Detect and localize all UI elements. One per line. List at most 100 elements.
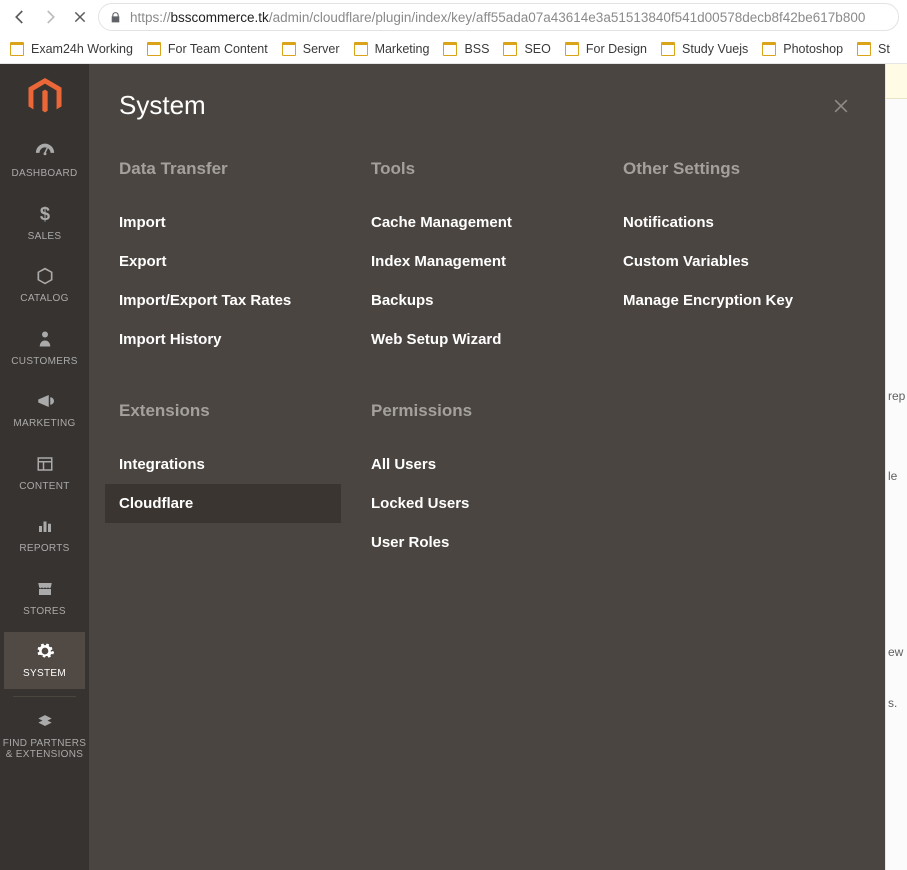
bookmark-label: Study Vuejs: [682, 42, 748, 56]
menu-integrations[interactable]: Integrations: [105, 445, 341, 484]
menu-export[interactable]: Export: [105, 242, 341, 281]
folder-icon: [10, 42, 24, 56]
folder-icon: [282, 42, 296, 56]
menu-cloudflare[interactable]: Cloudflare: [105, 484, 341, 523]
bookmark-item[interactable]: Study Vuejs: [661, 42, 748, 56]
section-extensions: Extensions Integrations Cloudflare: [119, 401, 351, 523]
admin-root: DASHBOARD $ SALES CATALOG CUSTOMERS MARK…: [0, 64, 907, 870]
sidebar-label: FIND PARTNERS & EXTENSIONS: [2, 738, 87, 761]
sidebar-label: SYSTEM: [23, 668, 66, 680]
bookmark-label: For Design: [586, 42, 647, 56]
menu-custom-vars[interactable]: Custom Variables: [609, 242, 845, 281]
flyout-title: System: [119, 90, 206, 121]
folder-icon: [443, 42, 457, 56]
sidebar-item-catalog[interactable]: CATALOG: [0, 254, 89, 317]
bookmark-item[interactable]: Exam24h Working: [10, 42, 133, 56]
address-bar[interactable]: https://bsscommerce.tk/admin/cloudflare/…: [98, 3, 899, 31]
menu-websetup[interactable]: Web Setup Wizard: [357, 320, 593, 359]
system-flyout: System Data Transfer Import Export Impor…: [89, 64, 885, 870]
menu-encryption-key[interactable]: Manage Encryption Key: [609, 281, 845, 320]
sidebar-item-system[interactable]: SYSTEM: [0, 629, 89, 692]
menu-all-users[interactable]: All Users: [357, 445, 593, 484]
admin-sidebar: DASHBOARD $ SALES CATALOG CUSTOMERS MARK…: [0, 64, 89, 870]
menu-notifications[interactable]: Notifications: [609, 203, 845, 242]
sidebar-label: SALES: [28, 231, 62, 243]
flyout-body: Data Transfer Import Export Import/Expor…: [89, 131, 885, 632]
dollar-icon: $: [33, 202, 57, 226]
sidebar-item-marketing[interactable]: MARKETING: [0, 379, 89, 442]
sidebar-item-content[interactable]: CONTENT: [0, 442, 89, 505]
flyout-header: System: [89, 64, 885, 131]
bookmark-label: Photoshop: [783, 42, 843, 56]
bookmark-label: Marketing: [375, 42, 430, 56]
sidebar-item-partners[interactable]: FIND PARTNERS & EXTENSIONS: [0, 699, 89, 773]
sidebar-item-sales[interactable]: $ SALES: [0, 192, 89, 255]
close-button[interactable]: [827, 92, 855, 120]
bar-chart-icon: [33, 514, 57, 538]
forward-button[interactable]: [38, 5, 62, 29]
puzzle-icon: [33, 709, 57, 733]
bookmark-label: SEO: [524, 42, 550, 56]
section-other-settings: Other Settings Notifications Custom Vari…: [623, 159, 855, 320]
bookmark-item[interactable]: Marketing: [354, 42, 430, 56]
section-permissions: Permissions All Users Locked Users User …: [371, 401, 603, 562]
layout-icon: [33, 452, 57, 476]
magento-logo[interactable]: [0, 64, 89, 129]
section-tools: Tools Cache Management Index Management …: [371, 159, 603, 359]
bookmark-label: St: [878, 42, 890, 56]
box-icon: [33, 264, 57, 288]
notice-bar: [886, 64, 907, 99]
text-fragment: rep: [888, 389, 905, 403]
bookmark-item[interactable]: Server: [282, 42, 340, 56]
back-button[interactable]: [8, 5, 32, 29]
magento-logo-icon: [28, 78, 62, 116]
text-fragment: ew: [888, 645, 903, 659]
dashboard-icon: [33, 139, 57, 163]
menu-cache[interactable]: Cache Management: [357, 203, 593, 242]
sidebar-separator: [13, 696, 75, 697]
sidebar-item-customers[interactable]: CUSTOMERS: [0, 317, 89, 380]
bookmark-item[interactable]: St: [857, 42, 890, 56]
sidebar-label: CATALOG: [20, 293, 68, 305]
bookmark-label: BSS: [464, 42, 489, 56]
section-heading: Other Settings: [623, 159, 855, 179]
menu-user-roles[interactable]: User Roles: [357, 523, 593, 562]
sidebar-item-dashboard[interactable]: DASHBOARD: [0, 129, 89, 192]
bookmark-label: For Team Content: [168, 42, 268, 56]
section-heading: Permissions: [371, 401, 603, 421]
flyout-column: Data Transfer Import Export Import/Expor…: [119, 159, 351, 604]
folder-icon: [147, 42, 161, 56]
flyout-column: Tools Cache Management Index Management …: [371, 159, 603, 604]
stop-reload-button[interactable]: [68, 5, 92, 29]
bookmark-item[interactable]: For Team Content: [147, 42, 268, 56]
folder-icon: [565, 42, 579, 56]
bookmark-item[interactable]: SEO: [503, 42, 550, 56]
sidebar-label: MARKETING: [13, 418, 75, 430]
megaphone-icon: [33, 389, 57, 413]
sidebar-label: STORES: [23, 606, 66, 618]
folder-icon: [762, 42, 776, 56]
close-icon: [831, 96, 851, 116]
bookmark-item[interactable]: For Design: [565, 42, 647, 56]
text-fragment: s.: [888, 696, 897, 710]
menu-locked-users[interactable]: Locked Users: [357, 484, 593, 523]
menu-tax-rates[interactable]: Import/Export Tax Rates: [105, 281, 341, 320]
section-heading: Tools: [371, 159, 603, 179]
menu-backups[interactable]: Backups: [357, 281, 593, 320]
sidebar-item-stores[interactable]: STORES: [0, 567, 89, 630]
person-icon: [33, 327, 57, 351]
menu-import-history[interactable]: Import History: [105, 320, 341, 359]
section-data-transfer: Data Transfer Import Export Import/Expor…: [119, 159, 351, 359]
bookmark-item[interactable]: BSS: [443, 42, 489, 56]
bookmark-label: Exam24h Working: [31, 42, 133, 56]
menu-import[interactable]: Import: [105, 203, 341, 242]
section-heading: Extensions: [119, 401, 351, 421]
sidebar-label: CUSTOMERS: [11, 356, 77, 368]
menu-index[interactable]: Index Management: [357, 242, 593, 281]
sidebar-label: DASHBOARD: [11, 168, 77, 180]
gear-icon: [33, 639, 57, 663]
folder-icon: [354, 42, 368, 56]
flyout-column: Other Settings Notifications Custom Vari…: [623, 159, 855, 604]
sidebar-item-reports[interactable]: REPORTS: [0, 504, 89, 567]
bookmark-item[interactable]: Photoshop: [762, 42, 843, 56]
